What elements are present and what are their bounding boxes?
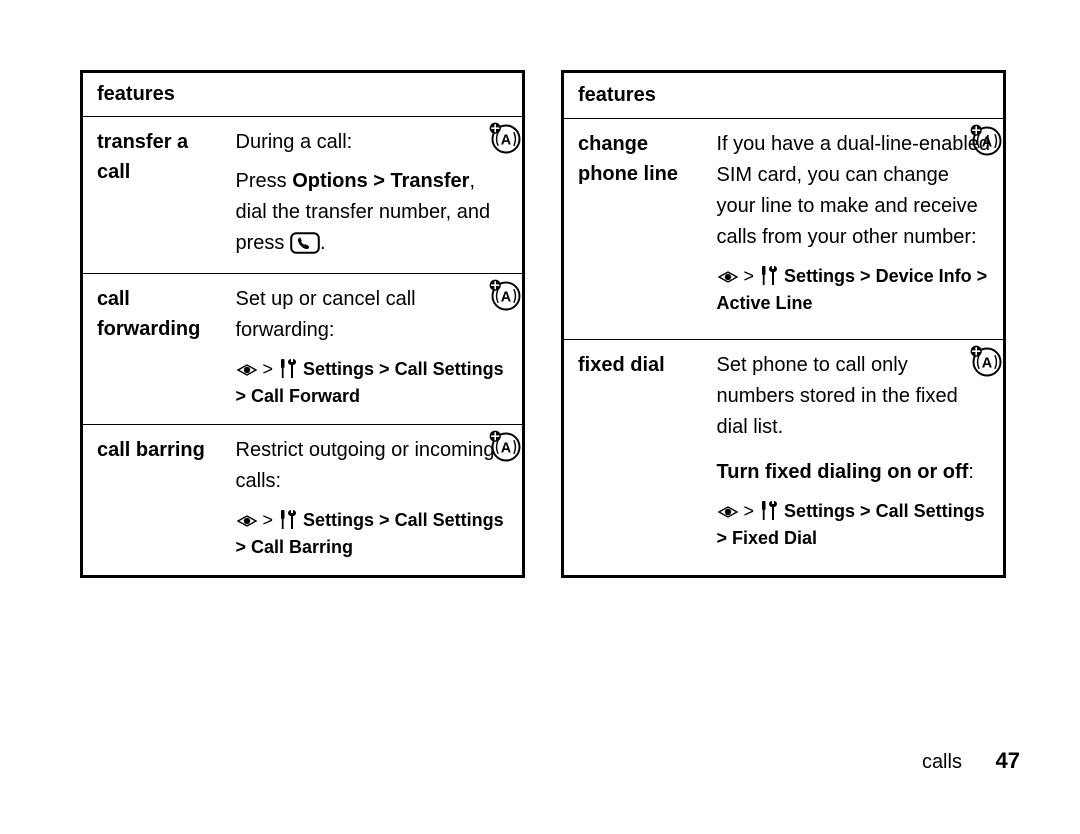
sim-carrier-icon [488, 121, 524, 157]
feature-label: call barring [82, 425, 222, 577]
send-key-icon [290, 232, 320, 254]
feature-label: change phone line [563, 118, 703, 339]
feature-label: call forwarding [82, 274, 222, 425]
menu-path: > Settings > Call Settings > Call Forwar… [236, 356, 511, 410]
tools-icon [759, 500, 779, 522]
nav-key-icon [717, 265, 739, 279]
desc-line: Set up or cancel call forwarding: [236, 284, 511, 346]
feature-description: Set phone to call only numbers stored in… [703, 340, 1005, 577]
features-table-right: features change phone line If you have a… [561, 70, 1006, 578]
page-footer: calls 47 [922, 748, 1020, 774]
feature-row: call forwarding Set up or cancel call fo… [82, 274, 524, 425]
feature-description: If you have a dual-line-enabled SIM card… [703, 118, 1005, 339]
desc-line: During a call: [236, 127, 511, 158]
table-header: features [563, 72, 1005, 119]
menu-path: > Settings > Device Info > Active Line [717, 263, 992, 317]
menu-path: > Settings > Call Settings > Fixed Dial [717, 498, 992, 552]
features-table-left: features transfer a call During a call: … [80, 70, 525, 578]
feature-label: transfer a call [82, 117, 222, 274]
feature-description: Set up or cancel call forwarding: > Sett… [222, 274, 524, 425]
feature-row: change phone line If you have a dual-lin… [563, 118, 1005, 339]
section-name: calls [922, 751, 962, 773]
tools-icon [278, 509, 298, 531]
desc-line: Set phone to call only numbers stored in… [717, 350, 992, 443]
sim-carrier-icon [969, 344, 1005, 380]
page-number: 47 [996, 748, 1020, 773]
feature-label: fixed dial [563, 340, 703, 577]
feature-row: transfer a call During a call: Press Opt… [82, 117, 524, 274]
feature-row: call barring Restrict outgoing or incomi… [82, 425, 524, 577]
nav-key-icon [236, 509, 258, 523]
menu-path: > Settings > Call Settings > Call Barrin… [236, 507, 511, 561]
desc-line: If you have a dual-line-enabled SIM card… [717, 129, 992, 253]
sim-carrier-icon [488, 429, 524, 465]
sim-carrier-icon [969, 123, 1005, 159]
feature-description: Restrict outgoing or incoming calls: > S… [222, 425, 524, 577]
nav-key-icon [236, 358, 258, 372]
sub-heading: Turn fixed dialing on or off: [717, 457, 992, 488]
feature-row: fixed dial Set phone to call only number… [563, 340, 1005, 577]
tools-icon [759, 265, 779, 287]
tools-icon [278, 358, 298, 380]
table-header: features [82, 72, 524, 117]
instruction-line: Press Options > Transfer, dial the trans… [236, 166, 511, 259]
nav-key-icon [717, 500, 739, 514]
feature-description: During a call: Press Options > Transfer,… [222, 117, 524, 274]
desc-line: Restrict outgoing or incoming calls: [236, 435, 511, 497]
sim-carrier-icon [488, 278, 524, 314]
